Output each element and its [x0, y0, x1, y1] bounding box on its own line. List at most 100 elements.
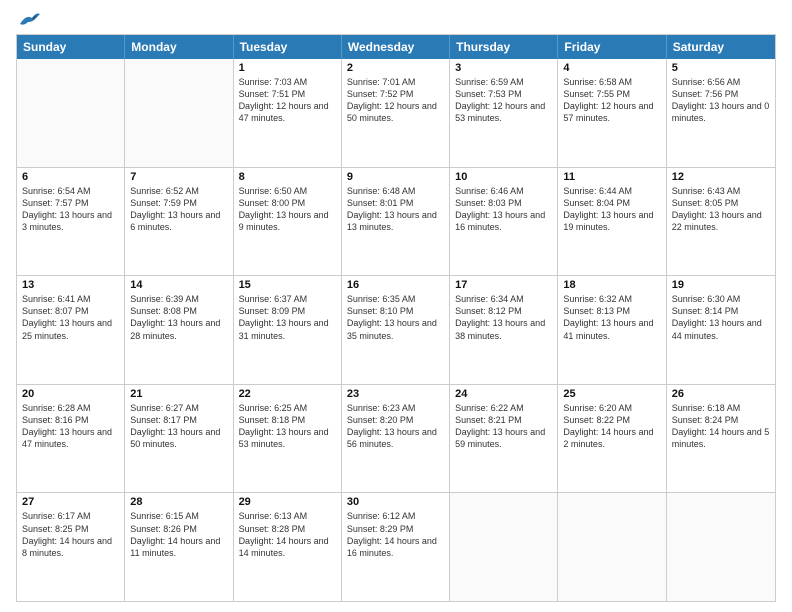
cal-cell-day-30: 30Sunrise: 6:12 AM Sunset: 8:29 PM Dayli…	[342, 493, 450, 601]
day-number: 27	[22, 496, 119, 508]
day-detail: Sunrise: 6:20 AM Sunset: 8:22 PM Dayligh…	[563, 402, 660, 451]
day-number: 18	[563, 279, 660, 291]
cal-cell-day-14: 14 Sunrise: 6:39 AM Sunset: 8:08 PM Dayli…	[125, 276, 233, 384]
day-detail: Sunrise: 6:39 AM Sunset: 8:08 PM Dayligh…	[130, 293, 227, 342]
cal-cell-day-12: 12 Sunrise: 6:43 AM Sunset: 8:05 PM Dayli…	[667, 168, 775, 276]
day-detail: Sunrise: 6:18 AM Sunset: 8:24 PM Dayligh…	[672, 402, 770, 451]
cal-header-wednesday: Wednesday	[342, 35, 450, 59]
day-detail: Sunrise: 6:41 AM Sunset: 8:07 PM Dayligh…	[22, 293, 119, 342]
cal-cell-day-2: 2 Sunrise: 7:01 AM Sunset: 7:52 PM Daylig…	[342, 59, 450, 167]
day-detail: Sunrise: 6:56 AM Sunset: 7:56 PM Dayligh…	[672, 76, 770, 125]
cal-cell-day-23: 23 Sunrise: 6:23 AM Sunset: 8:20 PM Dayli…	[342, 385, 450, 493]
day-number: 5	[672, 62, 770, 74]
day-detail: Sunrise: 6:46 AM Sunset: 8:03 PM Dayligh…	[455, 185, 552, 234]
day-detail: Sunrise: 6:22 AM Sunset: 8:21 PM Dayligh…	[455, 402, 552, 451]
day-number: 9	[347, 171, 444, 183]
cal-cell-day-27: 27 Sunrise: 6:17 AM Sunset: 8:25 PM Dayli…	[17, 493, 125, 601]
day-number: 17	[455, 279, 552, 291]
day-detail: Sunrise: 6:30 AM Sunset: 8:14 PM Dayligh…	[672, 293, 770, 342]
logo	[16, 10, 40, 28]
cal-cell-day-13: 13Sunrise: 6:41 AM Sunset: 8:07 PM Dayli…	[17, 276, 125, 384]
calendar-week-5: 27 Sunrise: 6:17 AM Sunset: 8:25 PM Dayli…	[17, 493, 775, 601]
day-detail: Sunrise: 6:58 AM Sunset: 7:55 PM Dayligh…	[563, 76, 660, 125]
day-number: 16	[347, 279, 444, 291]
cal-cell-day-15: 15 Sunrise: 6:37 AM Sunset: 8:09 PM Dayli…	[234, 276, 342, 384]
day-detail: Sunrise: 7:03 AM Sunset: 7:51 PM Dayligh…	[239, 76, 336, 125]
cal-cell-day-26: 26 Sunrise: 6:18 AM Sunset: 8:24 PM Dayli…	[667, 385, 775, 493]
calendar-week-2: 6 Sunrise: 6:54 AM Sunset: 7:57 PM Daylig…	[17, 168, 775, 277]
calendar: SundayMondayTuesdayWednesdayThursdayFrid…	[16, 34, 776, 602]
cal-cell-day-6: 6 Sunrise: 6:54 AM Sunset: 7:57 PM Daylig…	[17, 168, 125, 276]
cal-cell-day-22: 22 Sunrise: 6:25 AM Sunset: 8:18 PM Dayli…	[234, 385, 342, 493]
cal-cell-day-10: 10 Sunrise: 6:46 AM Sunset: 8:03 PM Dayli…	[450, 168, 558, 276]
cal-cell-day-28: 28Sunrise: 6:15 AM Sunset: 8:26 PM Dayli…	[125, 493, 233, 601]
day-number: 15	[239, 279, 336, 291]
calendar-week-3: 13Sunrise: 6:41 AM Sunset: 8:07 PM Dayli…	[17, 276, 775, 385]
cal-header-saturday: Saturday	[667, 35, 775, 59]
cal-header-monday: Monday	[125, 35, 233, 59]
day-detail: Sunrise: 6:59 AM Sunset: 7:53 PM Dayligh…	[455, 76, 552, 125]
cal-cell-day-25: 25 Sunrise: 6:20 AM Sunset: 8:22 PM Dayli…	[558, 385, 666, 493]
day-number: 2	[347, 62, 444, 74]
logo-bird-icon	[18, 10, 40, 28]
day-number: 22	[239, 388, 336, 400]
day-detail: Sunrise: 6:23 AM Sunset: 8:20 PM Dayligh…	[347, 402, 444, 451]
cal-cell-day-29: 29 Sunrise: 6:13 AM Sunset: 8:28 PM Dayli…	[234, 493, 342, 601]
day-detail: Sunrise: 6:32 AM Sunset: 8:13 PM Dayligh…	[563, 293, 660, 342]
day-number: 1	[239, 62, 336, 74]
day-number: 25	[563, 388, 660, 400]
day-number: 19	[672, 279, 770, 291]
day-detail: Sunrise: 6:54 AM Sunset: 7:57 PM Dayligh…	[22, 185, 119, 234]
day-number: 30	[347, 496, 444, 508]
cal-cell-day-20: 20 Sunrise: 6:28 AM Sunset: 8:16 PM Dayli…	[17, 385, 125, 493]
cal-cell-empty	[450, 493, 558, 601]
cal-cell-day-1: 1 Sunrise: 7:03 AM Sunset: 7:51 PM Daylig…	[234, 59, 342, 167]
cal-cell-day-24: 24 Sunrise: 6:22 AM Sunset: 8:21 PM Dayli…	[450, 385, 558, 493]
day-number: 12	[672, 171, 770, 183]
day-detail: Sunrise: 6:43 AM Sunset: 8:05 PM Dayligh…	[672, 185, 770, 234]
day-detail: Sunrise: 7:01 AM Sunset: 7:52 PM Dayligh…	[347, 76, 444, 125]
cal-cell-day-18: 18 Sunrise: 6:32 AM Sunset: 8:13 PM Dayli…	[558, 276, 666, 384]
day-number: 11	[563, 171, 660, 183]
cal-header-friday: Friday	[558, 35, 666, 59]
day-detail: Sunrise: 6:25 AM Sunset: 8:18 PM Dayligh…	[239, 402, 336, 451]
day-detail: Sunrise: 6:50 AM Sunset: 8:00 PM Dayligh…	[239, 185, 336, 234]
day-number: 14	[130, 279, 227, 291]
day-detail: Sunrise: 6:13 AM Sunset: 8:28 PM Dayligh…	[239, 510, 336, 559]
day-number: 8	[239, 171, 336, 183]
day-number: 3	[455, 62, 552, 74]
day-number: 20	[22, 388, 119, 400]
cal-cell-day-9: 9Sunrise: 6:48 AM Sunset: 8:01 PM Daylig…	[342, 168, 450, 276]
cal-cell-empty	[667, 493, 775, 601]
day-number: 4	[563, 62, 660, 74]
cal-cell-day-7: 7 Sunrise: 6:52 AM Sunset: 7:59 PM Daylig…	[125, 168, 233, 276]
day-detail: Sunrise: 6:37 AM Sunset: 8:09 PM Dayligh…	[239, 293, 336, 342]
cal-cell-day-11: 11Sunrise: 6:44 AM Sunset: 8:04 PM Dayli…	[558, 168, 666, 276]
day-detail: Sunrise: 6:34 AM Sunset: 8:12 PM Dayligh…	[455, 293, 552, 342]
cal-cell-day-8: 8 Sunrise: 6:50 AM Sunset: 8:00 PM Daylig…	[234, 168, 342, 276]
day-number: 10	[455, 171, 552, 183]
day-number: 24	[455, 388, 552, 400]
calendar-body: 1 Sunrise: 7:03 AM Sunset: 7:51 PM Daylig…	[17, 59, 775, 601]
cal-header-thursday: Thursday	[450, 35, 558, 59]
day-detail: Sunrise: 6:35 AM Sunset: 8:10 PM Dayligh…	[347, 293, 444, 342]
day-number: 26	[672, 388, 770, 400]
day-number: 28	[130, 496, 227, 508]
cal-header-sunday: Sunday	[17, 35, 125, 59]
cal-cell-empty	[125, 59, 233, 167]
cal-cell-day-5: 5 Sunrise: 6:56 AM Sunset: 7:56 PM Daylig…	[667, 59, 775, 167]
day-number: 7	[130, 171, 227, 183]
day-number: 23	[347, 388, 444, 400]
header	[16, 10, 776, 28]
page: SundayMondayTuesdayWednesdayThursdayFrid…	[0, 0, 792, 612]
day-detail: Sunrise: 6:27 AM Sunset: 8:17 PM Dayligh…	[130, 402, 227, 451]
cal-cell-day-16: 16 Sunrise: 6:35 AM Sunset: 8:10 PM Dayli…	[342, 276, 450, 384]
cal-cell-day-21: 21Sunrise: 6:27 AM Sunset: 8:17 PM Dayli…	[125, 385, 233, 493]
cal-cell-empty	[17, 59, 125, 167]
cal-cell-day-19: 19 Sunrise: 6:30 AM Sunset: 8:14 PM Dayli…	[667, 276, 775, 384]
day-detail: Sunrise: 6:52 AM Sunset: 7:59 PM Dayligh…	[130, 185, 227, 234]
day-detail: Sunrise: 6:28 AM Sunset: 8:16 PM Dayligh…	[22, 402, 119, 451]
day-detail: Sunrise: 6:17 AM Sunset: 8:25 PM Dayligh…	[22, 510, 119, 559]
day-number: 6	[22, 171, 119, 183]
day-number: 29	[239, 496, 336, 508]
